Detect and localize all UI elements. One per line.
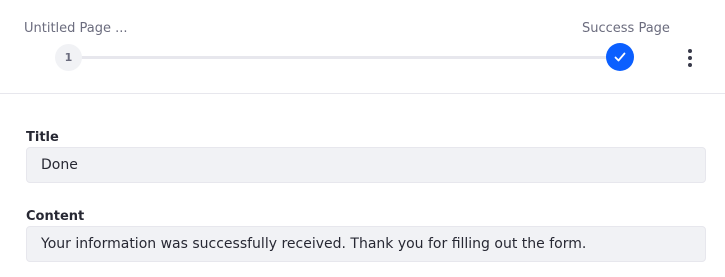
step-1-button[interactable]: 1 bbox=[55, 44, 82, 71]
content-label: Content bbox=[26, 209, 85, 224]
title-label: Title bbox=[26, 130, 59, 145]
content-field[interactable]: Your information was successfully receiv… bbox=[26, 226, 706, 262]
stepper-track bbox=[68, 56, 620, 59]
step-2-button[interactable] bbox=[606, 43, 634, 71]
title-field[interactable]: Done bbox=[26, 147, 706, 183]
form-builder-page: Untitled Page ... Success Page 1 Title D… bbox=[0, 0, 725, 277]
step-2-label[interactable]: Success Page bbox=[582, 21, 670, 37]
page-stepper: Untitled Page ... Success Page 1 bbox=[0, 0, 725, 94]
step-1-label[interactable]: Untitled Page ... bbox=[24, 21, 128, 37]
kebab-menu-icon[interactable] bbox=[680, 47, 700, 69]
check-icon bbox=[614, 52, 626, 62]
